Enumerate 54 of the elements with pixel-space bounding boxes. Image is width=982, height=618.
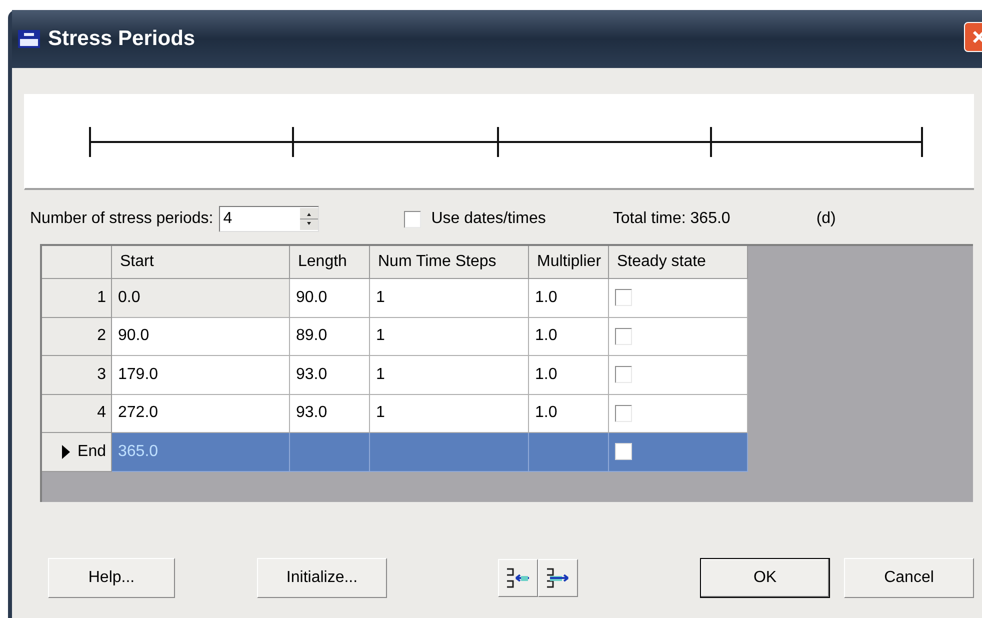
- append-row-icon: [545, 567, 571, 589]
- table-cell: 1.0: [529, 394, 609, 433]
- table-cell: 1.0: [529, 356, 609, 394]
- grid-row[interactable]: 4 272.0 93.0 1 1.0: [42, 394, 973, 433]
- app-icon: [18, 30, 40, 48]
- checkbox[interactable]: [615, 366, 632, 384]
- use-dates-label: Use dates/times: [431, 209, 546, 229]
- table-cell: 1: [370, 394, 529, 433]
- grid-row[interactable]: 2 90.0 89.0 1 1.0: [42, 318, 973, 356]
- spin-arrows-icon: [300, 208, 318, 230]
- table-cell: 1: [370, 279, 529, 318]
- total-time-label: Total time: 365.0: [612, 209, 730, 229]
- row-header: 4: [42, 394, 112, 433]
- checkbox[interactable]: [615, 289, 632, 306]
- checkbox[interactable]: [615, 328, 632, 345]
- checkbox[interactable]: [615, 404, 632, 422]
- column-header: Steady state: [609, 246, 748, 279]
- table-cell: 89.0: [290, 318, 370, 356]
- column-header: Num Time Steps: [370, 246, 529, 279]
- grid-row[interactable]: End 365.0: [42, 433, 973, 472]
- table-cell: 1.0: [529, 318, 609, 356]
- table-cell: 1.0: [529, 279, 609, 318]
- grid-row[interactable]: 3 179.0 93.0 1 1.0: [42, 356, 973, 394]
- initialize-button[interactable]: Initialize...: [257, 558, 387, 598]
- column-header: Start: [112, 246, 290, 279]
- insert-row-button[interactable]: [498, 559, 538, 597]
- table-cell: 365.0: [112, 433, 290, 472]
- append-row-button[interactable]: [538, 559, 578, 597]
- window-title: Stress Periods: [48, 26, 196, 52]
- corner-header: [42, 246, 112, 279]
- grid-row[interactable]: 1 0.0 90.0 1 1.0: [42, 279, 973, 318]
- row-header: 3: [42, 356, 112, 394]
- ok-button[interactable]: OK: [700, 558, 830, 598]
- stress-periods-spinner[interactable]: 4: [219, 206, 320, 232]
- row-header: 2: [42, 318, 112, 356]
- stress-periods-label: Number of stress periods:: [30, 209, 214, 229]
- table-cell: 90.0: [112, 318, 290, 356]
- cancel-button[interactable]: Cancel: [844, 558, 974, 598]
- table-cell: 272.0: [112, 394, 290, 433]
- unit-label: (d): [816, 209, 836, 229]
- table-cell: 93.0: [290, 394, 370, 433]
- table-cell: 1: [370, 356, 529, 394]
- checkbox[interactable]: [404, 210, 422, 228]
- table-cell: 90.0: [290, 279, 370, 318]
- row-header: End: [42, 433, 112, 472]
- column-header: Multiplier: [529, 246, 609, 279]
- row-header: 1: [42, 279, 112, 318]
- insert-row-icon: [505, 567, 531, 589]
- table-cell: 179.0: [112, 356, 290, 394]
- help-button[interactable]: Help...: [48, 558, 175, 598]
- table-cell: 93.0: [290, 356, 370, 394]
- column-header: Length: [290, 246, 370, 279]
- table-cell: 1: [370, 318, 529, 356]
- table-cell: 0.0: [112, 279, 290, 318]
